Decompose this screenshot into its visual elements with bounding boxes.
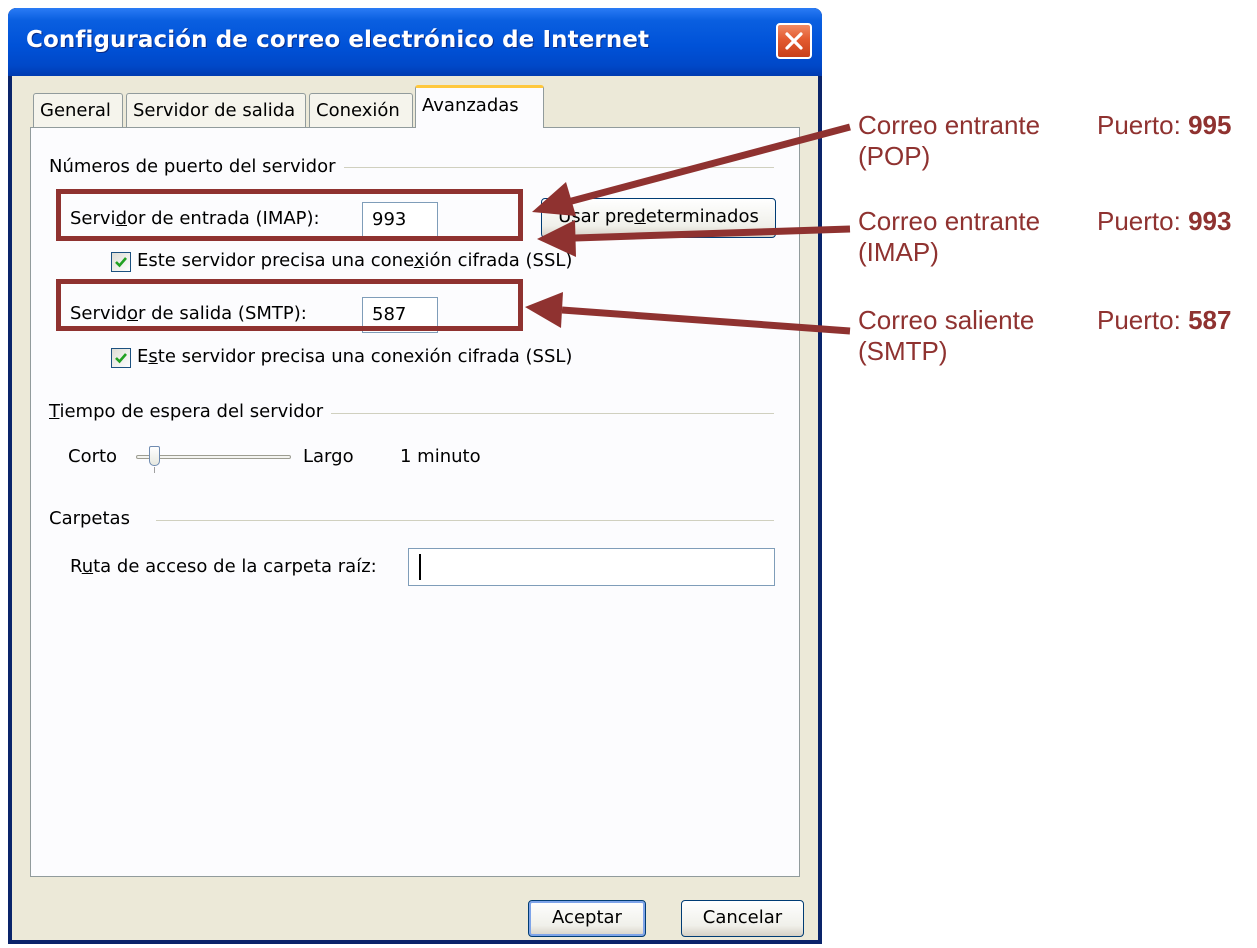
annotation-arrows [525,123,851,335]
annotation-smtp: Correo saliente (SMTP) [858,305,1035,366]
arrow-smtp [561,306,851,335]
annotation-imap: Correo entrante (IMAP) [858,206,1041,267]
tab-avanzadas[interactable]: Avanzadas [415,85,544,128]
arrow-pop [567,123,851,206]
annotation-pop-port: Puerto: 995 [1097,110,1232,140]
annotation-imap-port: Puerto: 993 [1097,206,1232,236]
arrow-imap [574,225,851,242]
annotation-pop: Correo entrante (POP) [858,110,1041,171]
annotation-smtp-port: Puerto: 587 [1097,305,1232,335]
